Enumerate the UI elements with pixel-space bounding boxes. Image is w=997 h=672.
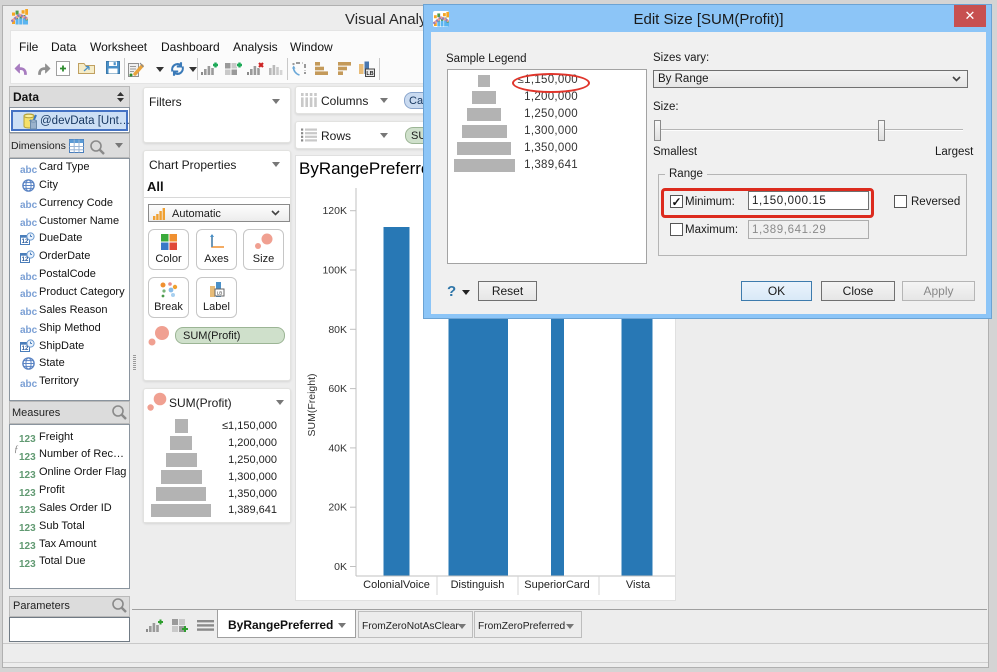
svg-text:12: 12 xyxy=(22,257,29,263)
svg-text:0K: 0K xyxy=(334,561,347,573)
svg-text:60K: 60K xyxy=(328,383,347,395)
svg-text:SuperiorCard: SuperiorCard xyxy=(524,579,589,591)
svg-text:Distinguish: Distinguish xyxy=(451,579,505,591)
svg-text:12: 12 xyxy=(22,239,29,245)
svg-text:Vista: Vista xyxy=(626,579,651,591)
svg-text:SUM(Freight): SUM(Freight) xyxy=(306,373,318,436)
svg-text:LB: LB xyxy=(216,291,222,296)
svg-text:20K: 20K xyxy=(328,502,347,514)
svg-text:LB: LB xyxy=(366,71,373,77)
svg-text:100K: 100K xyxy=(322,265,347,277)
svg-text:ColonialVoice: ColonialVoice xyxy=(363,579,430,591)
svg-text:40K: 40K xyxy=(328,442,347,454)
svg-text:80K: 80K xyxy=(328,324,347,336)
svg-text:120K: 120K xyxy=(322,205,347,217)
svg-text:12: 12 xyxy=(22,346,29,352)
